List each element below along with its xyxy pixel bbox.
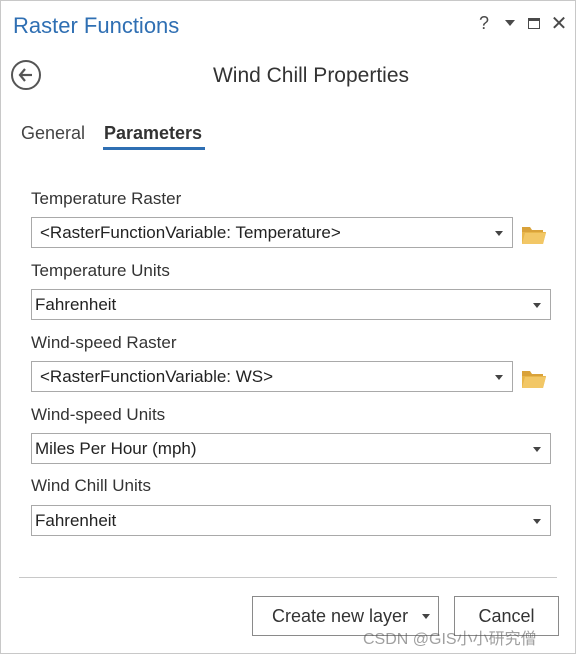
browse-folder-icon[interactable] bbox=[521, 367, 547, 389]
browse-folder-icon[interactable] bbox=[521, 223, 547, 245]
title-bar: Raster Functions ? ✕ bbox=[1, 1, 576, 49]
cancel-label: Cancel bbox=[478, 605, 535, 626]
temperature-raster-dropdown[interactable]: <RasterFunctionVariable: Temperature> bbox=[31, 217, 513, 248]
chevron-down-icon[interactable] bbox=[422, 614, 430, 619]
chevron-down-icon bbox=[495, 375, 503, 380]
pane-title: Raster Functions bbox=[13, 13, 180, 38]
temperature-units-dropdown[interactable]: Fahrenheit bbox=[31, 289, 551, 320]
raster-functions-pane: Raster Functions ? ✕ Wind Chill Properti… bbox=[0, 0, 576, 654]
create-new-layer-label: Create new layer bbox=[272, 605, 409, 626]
tab-general[interactable]: General bbox=[21, 123, 85, 144]
tab-parameters[interactable]: Parameters bbox=[104, 123, 202, 144]
active-tab-indicator bbox=[103, 147, 205, 150]
chevron-down-icon bbox=[505, 20, 515, 26]
page-title: Wind Chill Properties bbox=[212, 64, 410, 87]
chevron-down-icon bbox=[533, 303, 541, 308]
wind-chill-units-label: Wind Chill Units bbox=[31, 476, 151, 495]
wind-speed-raster-dropdown[interactable]: <RasterFunctionVariable: WS> bbox=[31, 361, 513, 392]
options-menu-button[interactable] bbox=[499, 11, 521, 35]
maximize-icon bbox=[528, 17, 540, 29]
temperature-raster-value: <RasterFunctionVariable: Temperature> bbox=[40, 223, 341, 242]
wind-speed-units-dropdown[interactable]: Miles Per Hour (mph) bbox=[31, 433, 551, 464]
wind-chill-units-dropdown[interactable]: Fahrenheit bbox=[31, 505, 551, 536]
chevron-down-icon bbox=[533, 447, 541, 452]
watermark: CSDN @GIS小小研究僧 bbox=[363, 631, 537, 648]
chevron-down-icon bbox=[533, 519, 541, 524]
temperature-units-value: Fahrenheit bbox=[35, 295, 117, 314]
close-button[interactable]: ✕ bbox=[548, 11, 570, 35]
wind-speed-raster-value: <RasterFunctionVariable: WS> bbox=[40, 367, 274, 386]
temperature-units-label: Temperature Units bbox=[31, 261, 170, 280]
wind-speed-raster-label: Wind-speed Raster bbox=[31, 333, 177, 352]
chevron-down-icon bbox=[495, 231, 503, 236]
maximize-button[interactable] bbox=[523, 11, 545, 35]
help-button[interactable]: ? bbox=[473, 11, 495, 35]
wind-chill-units-value: Fahrenheit bbox=[35, 511, 117, 530]
temperature-raster-label: Temperature Raster bbox=[31, 189, 182, 208]
wind-speed-units-label: Wind-speed Units bbox=[31, 405, 166, 424]
footer-divider bbox=[19, 577, 557, 578]
wind-speed-units-value: Miles Per Hour (mph) bbox=[35, 439, 197, 458]
